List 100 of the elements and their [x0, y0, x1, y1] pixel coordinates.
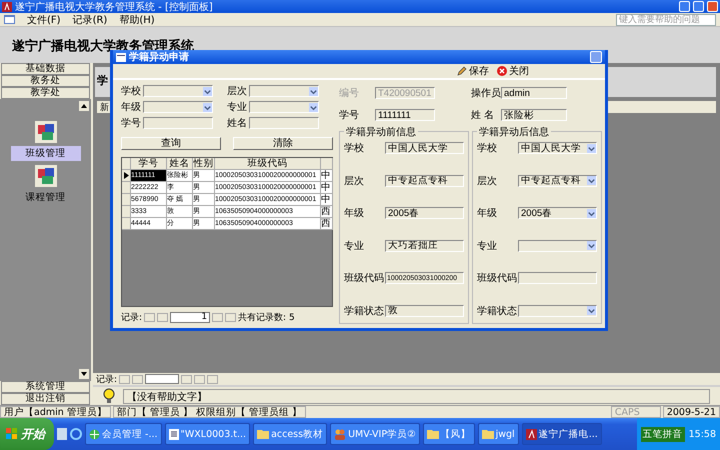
- dropdown-field[interactable]: [518, 240, 597, 252]
- taskbar-button[interactable]: 会员管理 -...: [85, 423, 162, 445]
- last-record-button[interactable]: [194, 374, 206, 384]
- dropdown-field[interactable]: 中国人民大学: [518, 142, 597, 154]
- close-button[interactable]: [707, 1, 718, 12]
- taskbar-button[interactable]: UMV-VIP学员②: [330, 423, 420, 445]
- column-header[interactable]: 姓名: [167, 158, 193, 170]
- input-field[interactable]: admin: [501, 87, 567, 99]
- field-label: 学号: [121, 117, 142, 130]
- windows-flag-icon: [6, 428, 18, 440]
- close-button[interactable]: 关闭: [497, 64, 529, 78]
- new-record-button[interactable]: [207, 374, 218, 384]
- field-label: 班级代码: [344, 272, 385, 286]
- column-header[interactable]: 班级代码: [215, 158, 321, 170]
- field-label: 学校: [121, 84, 142, 98]
- app-icon: [2, 2, 12, 12]
- input-field[interactable]: 中国人民大学: [385, 142, 464, 154]
- taskbar-button[interactable]: "WXL0003.t...: [164, 423, 250, 445]
- chevron-down-icon: [203, 102, 212, 112]
- dropdown-field[interactable]: [518, 304, 597, 317]
- sidebar-button[interactable]: 退出注销: [1, 393, 90, 405]
- input-field[interactable]: 1111111: [375, 109, 435, 121]
- folder-icon: [257, 429, 270, 439]
- field-label: 学校: [344, 142, 365, 155]
- sidebar-button[interactable]: 基础数据: [1, 62, 90, 75]
- folder-icon: [426, 429, 439, 439]
- dropdown-field[interactable]: [143, 85, 213, 97]
- input-field[interactable]: 张险彬: [501, 109, 567, 121]
- dialog-title: 学籍异动申请: [129, 50, 190, 64]
- blocks-icon[interactable]: [34, 120, 56, 143]
- column-header[interactable]: 性别: [193, 158, 215, 170]
- ime-indicator[interactable]: 五笔拼音: [640, 426, 685, 442]
- blocks-icon[interactable]: [34, 164, 56, 187]
- folder-icon: [482, 429, 494, 439]
- next-record-button[interactable]: [212, 313, 224, 322]
- input-field[interactable]: 2005春: [385, 207, 464, 220]
- field-label: 专业: [227, 100, 248, 114]
- row-selector[interactable]: [122, 170, 131, 182]
- lightbulb-icon: [103, 388, 115, 404]
- column-header[interactable]: [321, 158, 333, 170]
- previous-record-button[interactable]: [132, 374, 144, 384]
- chevron-down-icon: [309, 102, 318, 112]
- sidebar-button[interactable]: 系统管理: [1, 381, 90, 393]
- document-icon: [168, 428, 179, 440]
- chevron-down-icon: [587, 306, 596, 316]
- field-label: 学校: [477, 142, 498, 155]
- taskbar-button[interactable]: jwgl: [478, 423, 519, 445]
- next-record-button[interactable]: [181, 374, 192, 384]
- input-field[interactable]: [143, 117, 213, 129]
- close-button[interactable]: [590, 51, 602, 63]
- current-row-icon: [124, 172, 128, 179]
- previous-record-button[interactable]: [157, 313, 168, 322]
- record-label: 记录:: [121, 312, 142, 324]
- query-button[interactable]: 查询: [121, 137, 221, 150]
- record-number-field[interactable]: 1: [170, 312, 210, 323]
- minimize-button[interactable]: [679, 1, 690, 12]
- menu-item[interactable]: 帮助(H): [119, 12, 155, 26]
- sidebar-item[interactable]: 课程管理: [10, 190, 80, 205]
- start-button[interactable]: 开始: [0, 418, 54, 450]
- field-label: 专业: [477, 240, 498, 253]
- help-text-box: 【没有帮助文字】: [123, 388, 710, 404]
- taskbar-button[interactable]: access教材: [253, 423, 328, 445]
- taskbar-button[interactable]: 遂宁广播电...: [522, 423, 602, 445]
- field-label: 姓 名: [471, 109, 496, 122]
- dropdown-field[interactable]: 2005春: [518, 207, 597, 220]
- clear-button[interactable]: 清除: [233, 137, 333, 150]
- field-label: 层次: [227, 85, 248, 98]
- last-record-button[interactable]: [225, 313, 236, 322]
- field-label: 班级代码: [477, 272, 518, 286]
- menu-item[interactable]: 文件(F): [27, 12, 61, 26]
- user-status: 用户【admin 管理员】: [0, 406, 111, 418]
- menu-item[interactable]: 记录(R): [72, 12, 108, 26]
- first-record-button[interactable]: [144, 313, 156, 322]
- input-field[interactable]: [249, 117, 319, 129]
- dropdown-field[interactable]: [249, 85, 319, 97]
- field-label: 专业: [344, 240, 365, 253]
- sidebar-button[interactable]: 教务处: [1, 74, 90, 87]
- field-label: 操作员: [471, 87, 501, 100]
- dropdown-field[interactable]: [143, 101, 213, 113]
- group-title: 学籍异动前信息: [344, 125, 418, 139]
- taskbar-button[interactable]: 【风】: [422, 423, 475, 445]
- close-icon: [497, 66, 507, 76]
- sidebar-button[interactable]: 教学处: [1, 86, 90, 99]
- chevron-down-icon: [587, 241, 596, 250]
- field-label: 层次: [344, 174, 365, 188]
- chevron-down-icon: [587, 208, 596, 218]
- first-record-button[interactable]: [119, 374, 130, 384]
- input-field[interactable]: [518, 272, 597, 284]
- record-field[interactable]: [145, 374, 180, 384]
- dropdown-field[interactable]: [249, 101, 319, 113]
- field-label: 编号: [339, 86, 360, 100]
- browser-icon[interactable]: [70, 428, 82, 440]
- sidebar-item[interactable]: 班级管理: [10, 146, 80, 161]
- column-header[interactable]: 学号: [131, 158, 167, 170]
- people-icon: [334, 428, 346, 440]
- maximize-button[interactable]: [693, 1, 704, 12]
- form-icon: [116, 52, 126, 62]
- chevron-down-icon: [203, 86, 212, 96]
- caps-indicator: CAPS: [610, 406, 661, 418]
- save-button[interactable]: 保存: [457, 64, 489, 78]
